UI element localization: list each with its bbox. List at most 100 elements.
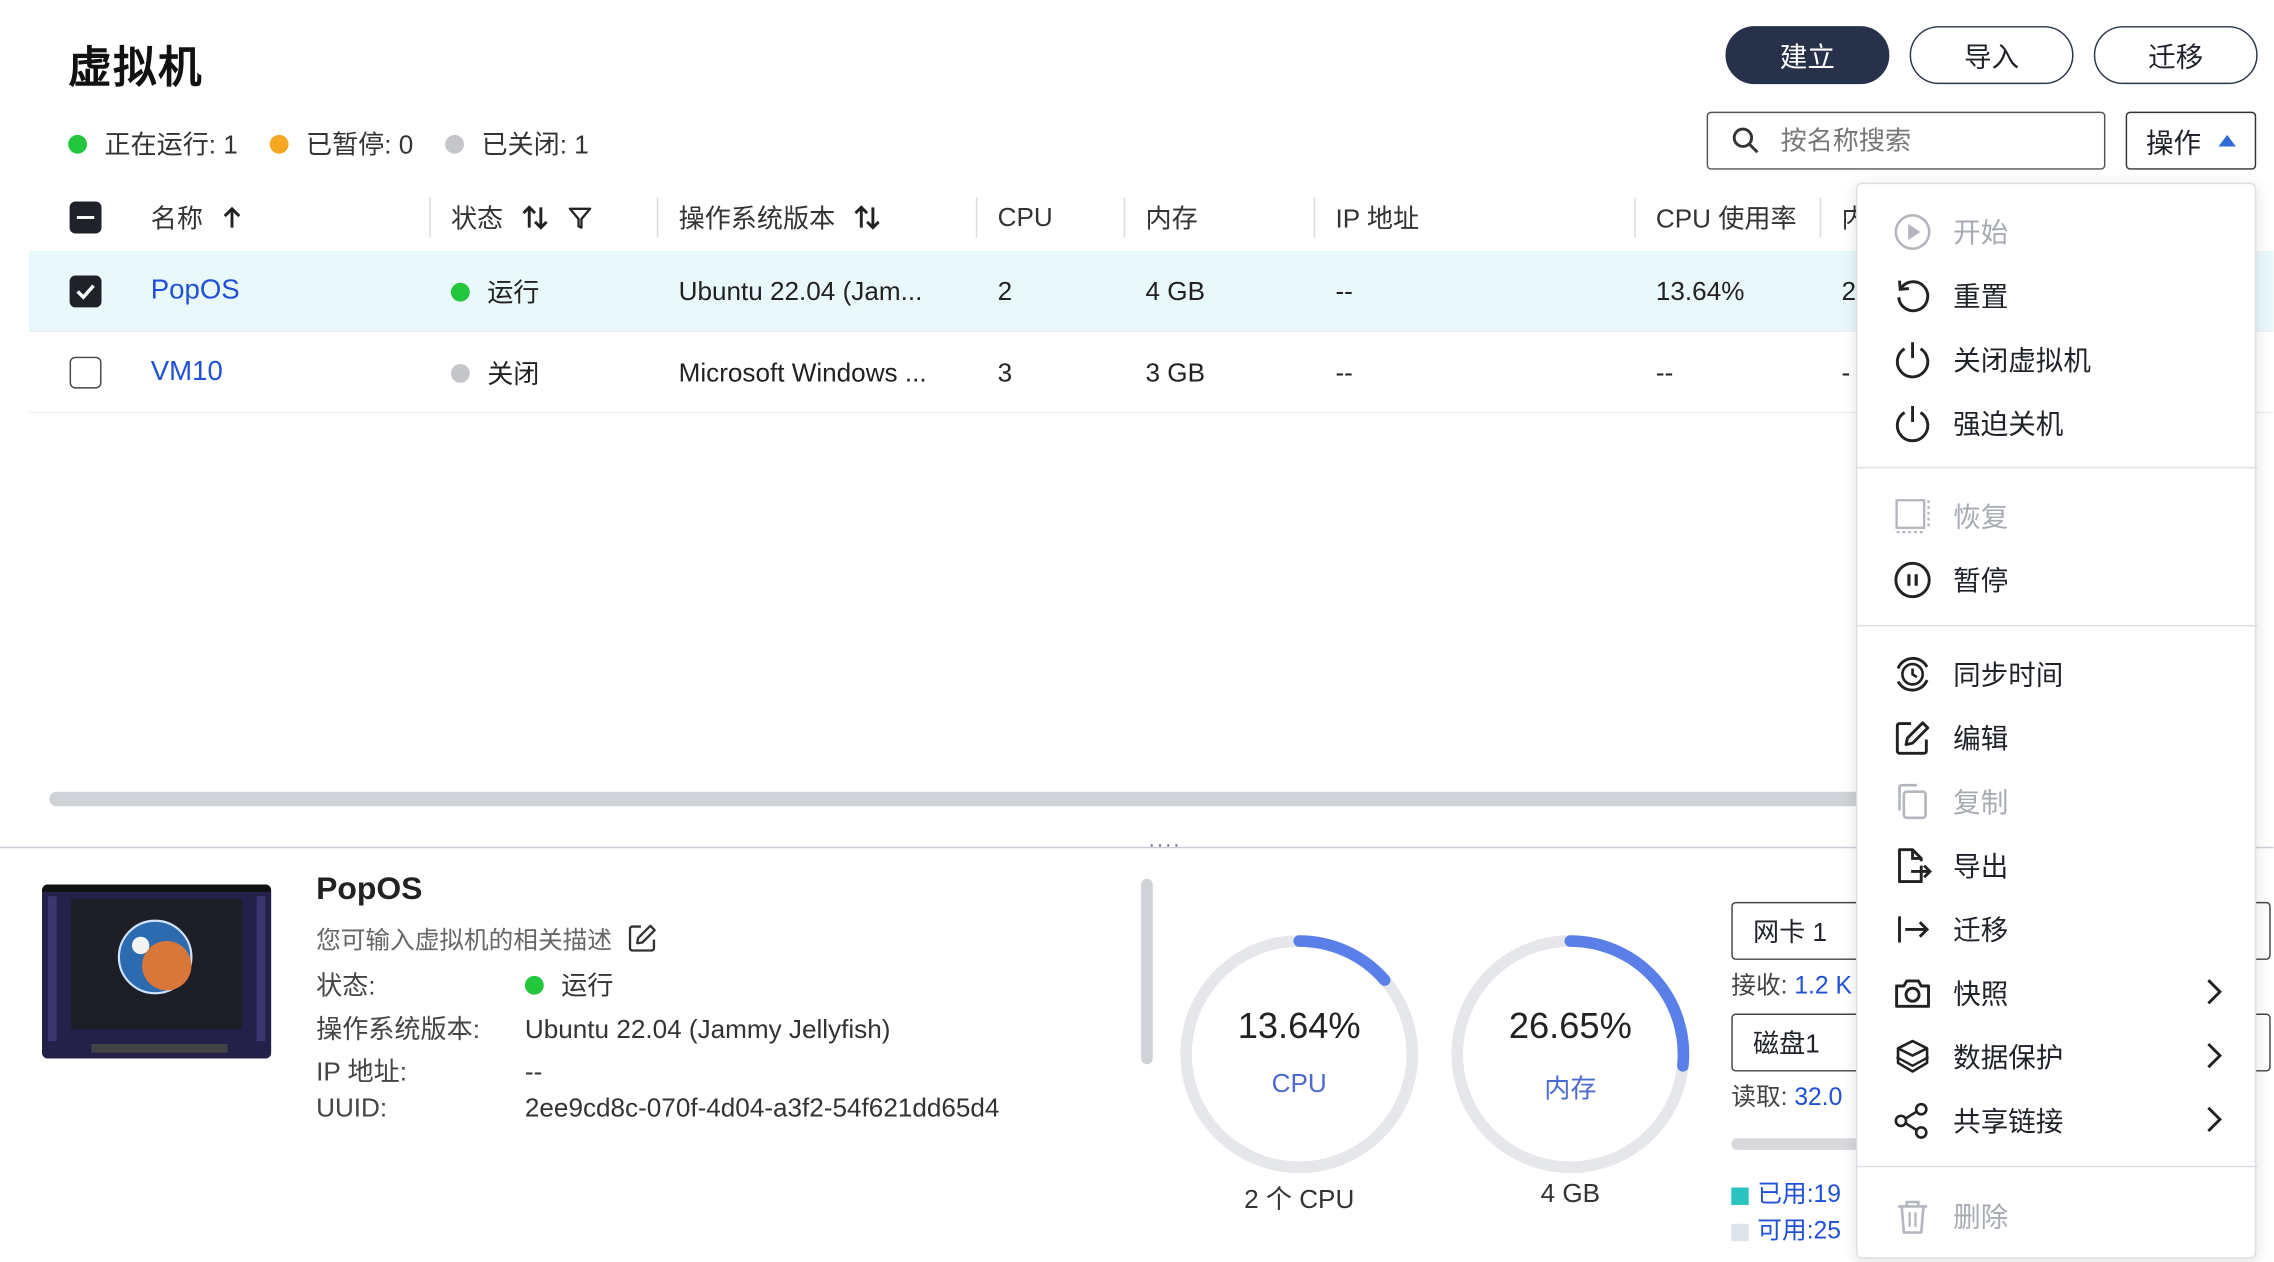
chevron-right-icon (2207, 1042, 2223, 1069)
menu-item-force-shutdown[interactable]: 强迫关机 (1857, 390, 2257, 454)
cpu-gauge-arc (1293, 935, 1391, 986)
vm-description-text: 您可输入虚拟机的相关描述 (316, 926, 612, 955)
menu-item-start[interactable]: 开始 (1857, 199, 2257, 263)
column-os[interactable]: 操作系统版本 (679, 186, 882, 250)
memory-gauge-label: 内存 (1544, 1074, 1597, 1104)
cpu-count-label: 2 个 CPU (1244, 1184, 1355, 1214)
storage-available-line: 可用:25 (1731, 1209, 1841, 1245)
menu-item-delete[interactable]: 删除 (1857, 1183, 2257, 1247)
nic-label: 网卡 1 (1753, 917, 1828, 947)
menu-item-export[interactable]: 导出 (1857, 832, 2257, 896)
cpu-gauge-value: 13.64% (1237, 1006, 1361, 1047)
resize-handle-icon[interactable]: ···· (1148, 832, 1181, 855)
sort-up-icon[interactable] (220, 204, 243, 230)
storage-available: 可用:25 (1757, 1216, 1841, 1245)
column-separator (975, 197, 978, 238)
detail-ip-key: IP 地址: (316, 1057, 407, 1087)
detail-ip-value: -- (524, 1057, 543, 1087)
column-separator (1123, 197, 1126, 238)
column-name[interactable]: 名称 (151, 186, 244, 250)
column-separator (429, 197, 431, 238)
search-input[interactable] (1780, 125, 2071, 156)
available-legend-icon (1731, 1223, 1749, 1241)
menu-item-resume[interactable]: 恢复 (1857, 483, 2257, 547)
horizontal-scrollbar[interactable] (49, 791, 1862, 807)
stopped-label: 已关闭: 1 (481, 130, 589, 160)
used-legend-icon (1731, 1186, 1749, 1205)
row-checkbox-cell[interactable] (69, 332, 102, 413)
detail-os-value: Ubuntu 22.04 (Jammy Jellyfish) (524, 1015, 891, 1044)
os-cell: Ubuntu 22.04 (Jam... (678, 276, 923, 306)
column-cpu[interactable]: CPU (998, 186, 1053, 250)
column-memory[interactable]: 内存 (1146, 186, 1198, 250)
menu-item-shutdown[interactable]: 关闭虚拟机 (1857, 326, 2257, 390)
search-box[interactable] (1706, 111, 2106, 170)
power-icon (1895, 342, 1930, 379)
sort-icon[interactable] (521, 204, 550, 230)
vm-name-link[interactable]: PopOS (151, 251, 240, 332)
column-separator (1634, 197, 1636, 238)
vm-screenshot-thumbnail[interactable] (42, 884, 272, 1059)
vertical-scrollbar[interactable] (1141, 878, 1153, 1065)
vm-preview-image (42, 884, 272, 1059)
memory-size-label: 4 GB (1540, 1178, 1601, 1208)
menu-item-migrate[interactable]: 迁移 (1857, 896, 2257, 960)
share-icon (1894, 1102, 1928, 1139)
play-icon (1894, 214, 1931, 250)
column-separator (1819, 197, 1822, 238)
cpu-usage-cell: 13.64% (1655, 276, 1745, 306)
menu-item-label: 迁移 (1953, 915, 2009, 947)
menu-item-label: 编辑 (1953, 724, 2009, 755)
status-text: 运行 (487, 278, 540, 308)
menu-item-edit[interactable]: 编辑 (1857, 705, 2257, 769)
menu-item-sync-time[interactable]: 同步时间 (1857, 641, 2257, 705)
filter-icon[interactable] (567, 204, 593, 230)
create-button[interactable]: 建立 (1725, 26, 1890, 85)
caret-up-icon (2218, 134, 2236, 147)
menu-item-pause[interactable]: 暂停 (1857, 547, 2257, 611)
column-status[interactable]: 状态 (451, 186, 593, 250)
operations-button[interactable]: 操作 (2125, 111, 2257, 170)
receive-key: 接收: (1731, 971, 1788, 1000)
row-checkbox[interactable] (69, 275, 102, 308)
vm-manager-page: 虚拟机 建立 导入 迁移 正在运行: 1 已暂停: 0 已关闭: 1 操作 (0, 0, 2274, 1262)
detail-ip-row: IP 地址: -- (316, 1051, 542, 1089)
import-button[interactable]: 导入 (1909, 26, 2074, 85)
menu-item-data-protection[interactable]: 数据保护 (1857, 1024, 2257, 1088)
page-title: 虚拟机 (68, 44, 204, 93)
search-icon (1732, 127, 1759, 154)
disk-read-line: 读取: 32.0 (1731, 1076, 1842, 1112)
copy-icon (1898, 783, 1927, 820)
camera-icon (1895, 979, 1930, 1008)
export-icon (1898, 848, 1933, 884)
paused-label: 已暂停: 0 (305, 130, 414, 160)
menu-separator (1857, 1165, 2258, 1168)
paused-count: 已暂停: 0 (269, 125, 414, 163)
menu-separator (1857, 624, 2258, 627)
column-ip[interactable]: IP 地址 (1335, 186, 1419, 250)
vm-name-link[interactable]: VM10 (151, 332, 223, 413)
migrate-button[interactable]: 迁移 (2093, 26, 2258, 85)
row-checkbox[interactable] (69, 356, 102, 389)
running-dot-icon (450, 282, 470, 301)
edit-icon[interactable] (626, 921, 658, 953)
resume-icon (1895, 499, 1930, 534)
operations-menu: 开始 重置 关闭虚拟机 强迫关机 恢复 暂停 同步时间 编辑 复制 导出 迁移 … (1856, 182, 2258, 1259)
menu-item-share-link[interactable]: 共享链接 (1857, 1088, 2257, 1152)
row-checkbox-cell[interactable] (69, 251, 102, 332)
menu-item-reset[interactable]: 重置 (1857, 262, 2257, 326)
minus-icon (76, 215, 95, 220)
menu-item-snapshot[interactable]: 快照 (1857, 960, 2257, 1024)
edit-icon (1895, 721, 1930, 755)
menu-item-copy[interactable]: 复制 (1857, 769, 2257, 833)
chevron-right-icon (2207, 979, 2223, 1005)
paused-dot-icon (269, 134, 289, 153)
memory-usage-cell: - (1841, 357, 1851, 387)
running-count: 正在运行: 1 (68, 125, 238, 163)
indeterminate-checkbox[interactable] (69, 201, 102, 234)
data-protection-icon (1896, 1039, 1930, 1073)
sort-icon[interactable] (853, 204, 882, 230)
column-cpu-usage[interactable]: CPU 使用率 (1656, 186, 1797, 250)
select-all-checkbox[interactable] (69, 186, 102, 250)
menu-item-label: 强迫关机 (1953, 409, 2064, 441)
